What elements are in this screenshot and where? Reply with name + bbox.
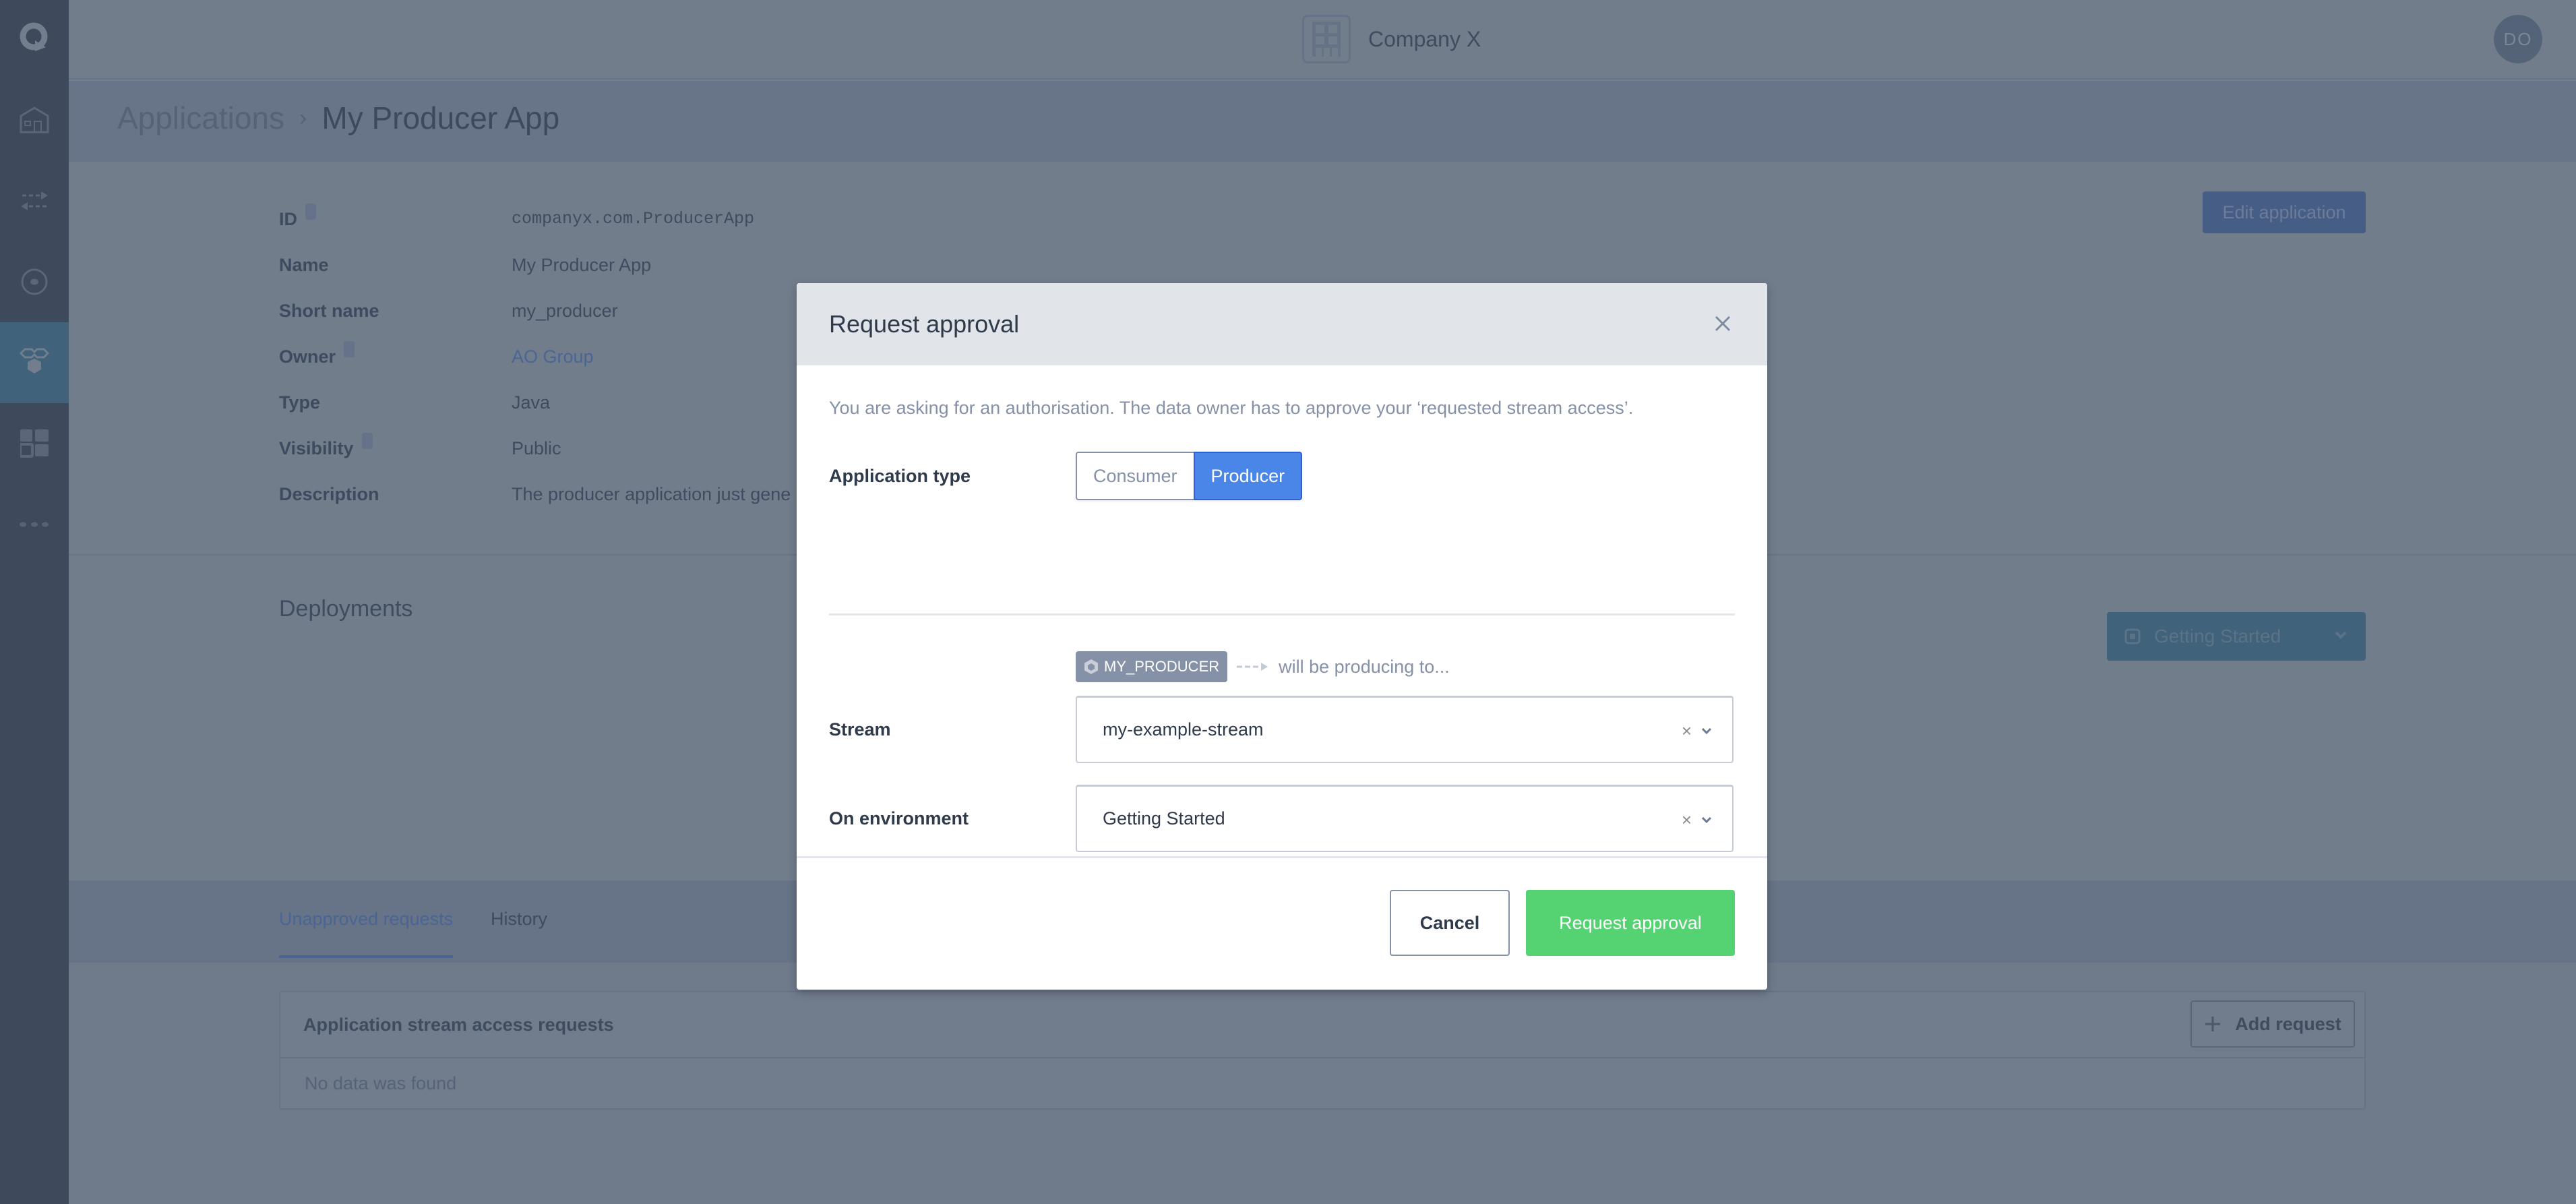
tab-unapproved-requests[interactable]: Unapproved requests: [279, 909, 454, 958]
breadcrumb-band: Applications › My Producer App: [69, 81, 2576, 162]
application-type-row: Application type Consumer Producer: [829, 452, 1735, 500]
chevron-down-icon: [2335, 631, 2347, 639]
detail-value-description: The producer application just gene: [512, 484, 791, 504]
application-chip-label: MY_PRODUCER: [1104, 658, 1220, 675]
environment-name: Getting Started: [2154, 626, 2281, 646]
sidebar-item-applications[interactable]: [0, 322, 69, 403]
detail-row-owner: Owner AO Group: [279, 341, 594, 367]
consumer-option[interactable]: Consumer: [1076, 452, 1194, 500]
divider: [829, 613, 1735, 615]
detail-label: Name: [279, 255, 329, 275]
environment-select[interactable]: Getting Started ×: [1076, 785, 1734, 852]
detail-label: Owner: [279, 347, 336, 367]
detail-row-description: Description The producer application jus…: [279, 484, 791, 505]
close-icon: [1715, 315, 1731, 332]
transfer-arrows-icon: [21, 191, 48, 210]
info-icon[interactable]: [305, 204, 316, 220]
request-approval-button[interactable]: Request approval: [1526, 890, 1735, 956]
modal-intro-text: You are asking for an authorisation. The…: [829, 398, 1634, 418]
producer-flow: MY_PRODUCER will be producing to...: [1076, 651, 1450, 682]
dashboard-grid-icon: [20, 429, 49, 458]
sidebar-item-more[interactable]: [0, 484, 69, 565]
detail-label: Description: [279, 484, 379, 504]
close-button[interactable]: [1709, 310, 1736, 337]
home-icon: [20, 107, 49, 133]
add-request-button[interactable]: Add request: [2190, 1000, 2355, 1048]
more-icon: [20, 522, 49, 527]
detail-label: ID: [279, 209, 297, 229]
application-type-toggle: Consumer Producer: [1076, 452, 1303, 500]
sidebar: [0, 0, 69, 1204]
company-name: Company X: [1368, 26, 1481, 51]
logo-icon: [20, 22, 48, 51]
producer-option[interactable]: Producer: [1193, 452, 1303, 500]
detail-row-visibility: Visibility Public: [279, 433, 561, 459]
environment-dropdown[interactable]: Getting Started: [2107, 612, 2366, 661]
clear-icon[interactable]: ×: [1682, 722, 1692, 740]
chevron-down-icon[interactable]: [1701, 727, 1712, 735]
stream-select[interactable]: my-example-stream ×: [1076, 696, 1734, 763]
info-icon[interactable]: [344, 341, 355, 357]
cancel-button[interactable]: Cancel: [1390, 890, 1510, 956]
environment-label: On environment: [829, 808, 969, 829]
stream-row: Stream my-example-stream ×: [829, 696, 1735, 763]
sidebar-item-transfers[interactable]: [0, 160, 69, 241]
chevron-right-icon: ›: [299, 104, 307, 131]
info-icon[interactable]: [361, 433, 373, 449]
requests-card-title: Application stream access requests: [280, 992, 2364, 1058]
sidebar-logo[interactable]: [0, 0, 69, 74]
detail-value-type: Java: [512, 392, 551, 413]
user-avatar[interactable]: DO: [2494, 15, 2542, 63]
stream-target-icon: [21, 268, 48, 295]
plus-icon: [2205, 1017, 2221, 1031]
deployments-title: Deployments: [279, 596, 413, 622]
building-icon: [1302, 15, 1351, 63]
application-chip: MY_PRODUCER: [1076, 651, 1228, 682]
detail-value-id: companyx.com.ProducerApp: [512, 209, 755, 229]
detail-row-type: Type Java: [279, 392, 550, 413]
requests-card: Application stream access requests No da…: [279, 991, 2366, 1110]
application-hexagon-icon: [1084, 659, 1098, 674]
sidebar-item-home[interactable]: [0, 80, 69, 160]
modal-title: Request approval: [829, 310, 1020, 338]
detail-value-short-name: my_producer: [512, 301, 618, 321]
applications-icon: [20, 348, 49, 373]
owner-link[interactable]: AO Group: [512, 347, 594, 367]
environment-row: On environment Getting Started ×: [829, 785, 1735, 852]
detail-row-id: ID companyx.com.ProducerApp: [279, 204, 755, 230]
stream-label: Stream: [829, 719, 891, 740]
stream-select-value: my-example-stream: [1103, 719, 1264, 740]
page-title: My Producer App: [321, 100, 560, 136]
edit-application-button[interactable]: Edit application: [2203, 191, 2366, 233]
footer-divider: [797, 856, 1767, 858]
application-type-label: Application type: [829, 465, 971, 486]
clear-icon[interactable]: ×: [1682, 811, 1692, 829]
detail-label: Short name: [279, 301, 379, 321]
environment-select-value: Getting Started: [1103, 808, 1225, 829]
detail-row-name: Name My Producer App: [279, 255, 651, 276]
modal-header: Request approval: [797, 283, 1767, 365]
detail-row-short-name: Short name my_producer: [279, 301, 618, 322]
tab-history[interactable]: History: [491, 909, 547, 955]
environment-icon: [2124, 628, 2141, 644]
sidebar-item-dashboard[interactable]: [0, 403, 69, 484]
flow-description: will be producing to...: [1279, 656, 1450, 677]
detail-value-name: My Producer App: [512, 255, 652, 275]
detail-label: Type: [279, 392, 321, 413]
company-switcher[interactable]: Company X: [1302, 15, 1481, 63]
request-approval-modal: Request approval You are asking for an a…: [797, 283, 1767, 990]
top-bar: Company X DO: [69, 0, 2576, 80]
modal-body: You are asking for an authorisation. The…: [829, 365, 1735, 852]
detail-value-visibility: Public: [512, 438, 561, 458]
add-request-label: Add request: [2235, 1013, 2341, 1034]
breadcrumb-applications-link[interactable]: Applications: [117, 100, 284, 136]
dashed-arrow-icon: [1237, 661, 1269, 672]
empty-state-text: No data was found: [305, 1073, 457, 1093]
breadcrumb: Applications › My Producer App: [117, 100, 559, 136]
chevron-down-icon[interactable]: [1701, 816, 1712, 824]
detail-label: Visibility: [279, 438, 354, 458]
sidebar-item-streams[interactable]: [0, 241, 69, 322]
